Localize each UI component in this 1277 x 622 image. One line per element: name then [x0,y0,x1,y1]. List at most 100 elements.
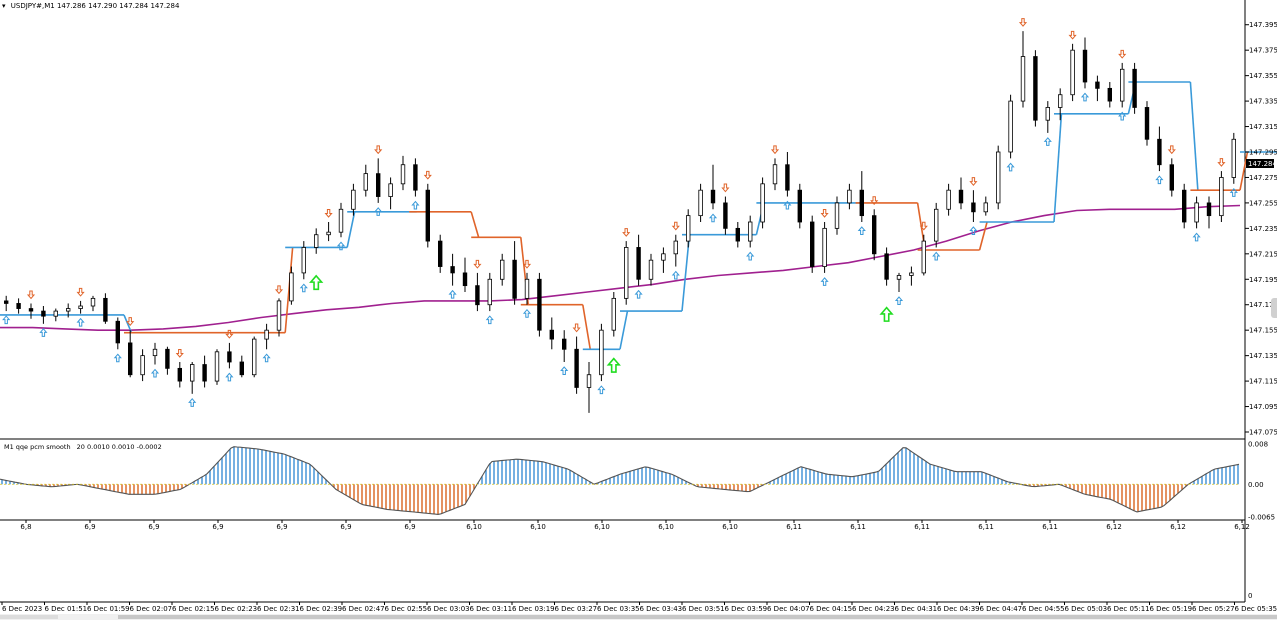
time-label: 6 Dec 02:39 [300,605,343,613]
candle [1182,184,1186,229]
mid-label: 6,9 [340,523,351,531]
symbol-label: USDJPY#,M1 [11,2,55,10]
chart-canvas[interactable]: 147.395147.375147.355147.335147.315147.2… [0,0,1277,620]
collapse-panel-handle[interactable] [1271,298,1277,318]
indicator-level-label: 0.00 [1248,481,1264,489]
candle-body-bull [674,241,678,254]
candle-body-bull [922,241,926,273]
candle-body-bear [17,303,21,308]
time-label: 6 Dec 04:23 [852,605,895,613]
time-label: 6 Dec 02:31 [257,605,300,613]
time-label: 6 Dec 03:59 [725,605,768,613]
candle [761,177,765,228]
candle-body-bull [1071,50,1075,95]
candle [1232,133,1236,184]
time-label: 6 Dec 02:15 [172,605,215,613]
lower-pane-zero-label: 0 [1248,592,1252,600]
candle [252,337,256,378]
candle-body-bear [885,254,889,279]
candle-body-bear [228,352,232,362]
candle-body-bear [166,349,170,368]
time-label: 6 Dec 05:27 [1192,605,1235,613]
candle-body-bull [761,184,765,222]
time-label: 6 Dec 03:03 [427,605,470,613]
candle-body-bull [587,375,591,388]
candle-body-bear [178,368,182,381]
candle [215,349,219,385]
mid-label: 6,9 [276,523,287,531]
time-label: 6 Dec 05:35 [1235,605,1277,613]
current-price-text: 147.284 [1248,160,1277,168]
candle [810,216,814,273]
candle [798,184,802,229]
candle-body-bear [711,190,715,203]
candle [538,273,542,337]
candle-body-bear [1083,50,1087,82]
candle-body-bull [848,190,852,203]
candle [1220,171,1224,222]
candle-body-bear [736,228,740,241]
candle-body-bull [947,190,951,209]
trading-chart[interactable]: 147.395147.375147.355147.335147.315147.2… [0,0,1277,620]
mid-label: 6,9 [84,523,95,531]
candle-body-bear [240,362,244,375]
price-tick-label: 147.355 [1249,72,1277,80]
triangle-down-icon[interactable]: ▾ [2,2,6,10]
price-tick-label: 147.255 [1249,199,1277,207]
candle-body-bull [910,273,914,276]
price-tick-label: 147.235 [1249,225,1277,233]
candle-body-bull [1195,203,1199,222]
time-label: 6 Dec 05:03 [1065,605,1108,613]
candle-body-bear [872,216,876,254]
candle-body-bull [364,174,368,191]
ohlc-values: 147.286 147.290 147.284 147.284 [57,2,179,10]
candle [1120,63,1124,108]
time-label: 6 Dec 03:35 [597,605,640,613]
candle-body-bear [513,260,517,298]
candle-body-bull [352,190,356,209]
candle-body-bear [4,301,8,304]
candle-body-bull [600,330,604,375]
candle-body-bull [215,352,219,381]
candle-body-bear [724,203,728,228]
time-label: 6 Dec 02:23 [215,605,258,613]
candle [426,184,430,248]
candle-body-bear [1145,107,1149,139]
candle-body-bear [972,203,976,212]
candle-body-bull [823,228,827,266]
candle-body-bull [389,184,393,197]
candle-body-bull [79,306,83,309]
price-tick-label: 147.215 [1249,250,1277,258]
time-label: 6 Dec 02:55 [385,605,428,613]
scrollbar-thumb[interactable] [118,615,1277,619]
mid-label: 6,11 [850,523,866,531]
candle-body-bear [798,190,802,222]
candle-body-bull [1009,101,1013,152]
time-label: 6 Dec 04:07 [767,605,810,613]
candle-body-bear [1207,203,1211,216]
candle-body-bull [662,254,666,260]
price-tick-label: 147.335 [1249,98,1277,106]
mid-label: 6,10 [594,523,610,531]
candle-body-bear [104,298,108,321]
mid-label: 6,8 [20,523,31,531]
price-tick-label: 147.195 [1249,276,1277,284]
candle-body-bull [252,339,256,375]
mid-label: 6,11 [786,523,802,531]
candle-body-bull [277,301,281,330]
candle-body-bull [153,349,157,355]
scrollbar-left-segment[interactable] [0,615,58,619]
candle-body-bull [984,203,988,212]
mid-label: 6,12 [1234,523,1250,531]
candle-body-bull [686,216,690,241]
candle-body-bear [860,190,864,215]
mid-label: 6,12 [1170,523,1186,531]
candle-body-bear [1108,88,1112,101]
candle-body-bull [649,260,653,279]
mid-label: 6,9 [404,523,415,531]
candle-body-bull [265,330,269,339]
mid-label: 6,9 [148,523,159,531]
price-tick-label: 147.395 [1249,21,1277,29]
current-price-tag: 147.284 [1246,159,1277,168]
candle-body-bear [959,190,963,203]
